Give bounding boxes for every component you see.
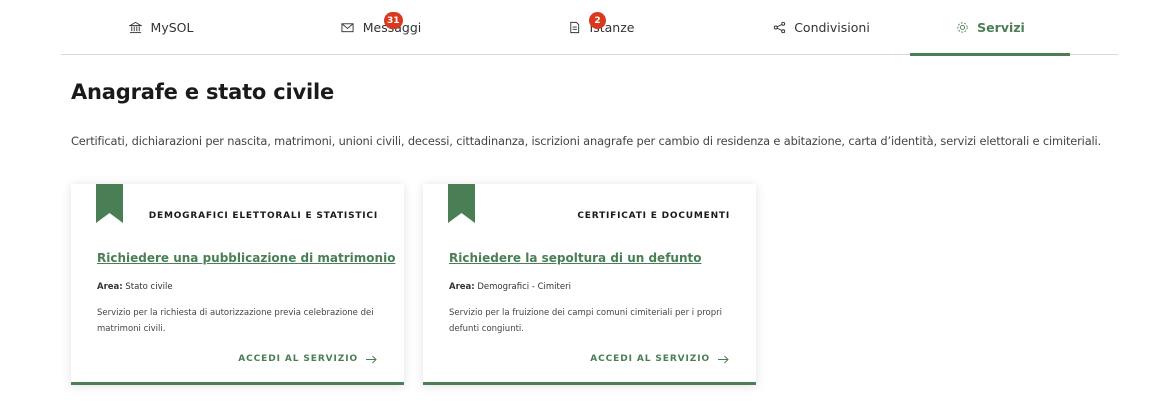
- service-description: Servizio per la fruizione dei campi comu…: [449, 308, 722, 334]
- service-category: Certificati e documenti: [577, 211, 730, 221]
- service-card: Demografici elettorali e statistici Rich…: [71, 184, 404, 385]
- tab-condivisioni[interactable]: Condivisioni: [721, 0, 921, 54]
- messaggi-count-badge: 31: [384, 12, 403, 29]
- access-service-label: Accedi al servizio: [590, 354, 710, 364]
- bookmark-icon: [448, 184, 475, 223]
- access-service-button[interactable]: Accedi al servizio: [590, 354, 729, 364]
- tab-condivisioni-label: Condivisioni: [794, 19, 870, 35]
- document-icon: [568, 20, 582, 34]
- bookmark-icon: [96, 184, 123, 223]
- top-navigation: MySOL Messaggi 31 Istanze 2 Condivisioni…: [61, 0, 1118, 56]
- tab-mysol-label: MySOL: [150, 19, 194, 35]
- envelope-icon: [341, 20, 355, 34]
- service-area-label: Area:: [97, 282, 123, 292]
- service-area-value: Demografici - Cimiteri: [477, 282, 571, 292]
- service-title-link[interactable]: Richiedere la sepoltura di un defunto: [449, 251, 701, 265]
- gear-icon: [955, 20, 969, 34]
- access-service-button[interactable]: Accedi al servizio: [238, 354, 377, 364]
- access-service-label: Accedi al servizio: [238, 354, 358, 364]
- tab-mysol[interactable]: MySOL: [61, 0, 261, 54]
- service-category: Demografici elettorali e statistici: [148, 211, 378, 221]
- tab-messaggi[interactable]: Messaggi: [281, 0, 481, 54]
- service-area-label: Area:: [449, 282, 475, 292]
- arrow-right-icon: [718, 355, 729, 363]
- service-description: Servizio per la richiesta di autorizzazi…: [97, 308, 374, 334]
- istanze-count-badge: 2: [589, 12, 606, 29]
- bank-icon: [129, 20, 143, 34]
- service-card: Certificati e documenti Richiedere la se…: [423, 184, 756, 385]
- page-description: Certificati, dichiarazioni per nascita, …: [71, 134, 1102, 148]
- tab-servizi-label: Servizi: [977, 19, 1025, 35]
- service-area-value: Stato civile: [125, 282, 173, 292]
- page-title: Anagrafe e stato civile: [71, 80, 335, 104]
- service-area: Area: Stato civile: [97, 282, 173, 292]
- share-icon: [772, 20, 786, 34]
- service-title-link[interactable]: Richiedere una pubblicazione di matrimon…: [97, 251, 395, 265]
- tab-servizi[interactable]: Servizi: [910, 0, 1070, 56]
- arrow-right-icon: [366, 355, 377, 363]
- service-area: Area: Demografici - Cimiteri: [449, 282, 571, 292]
